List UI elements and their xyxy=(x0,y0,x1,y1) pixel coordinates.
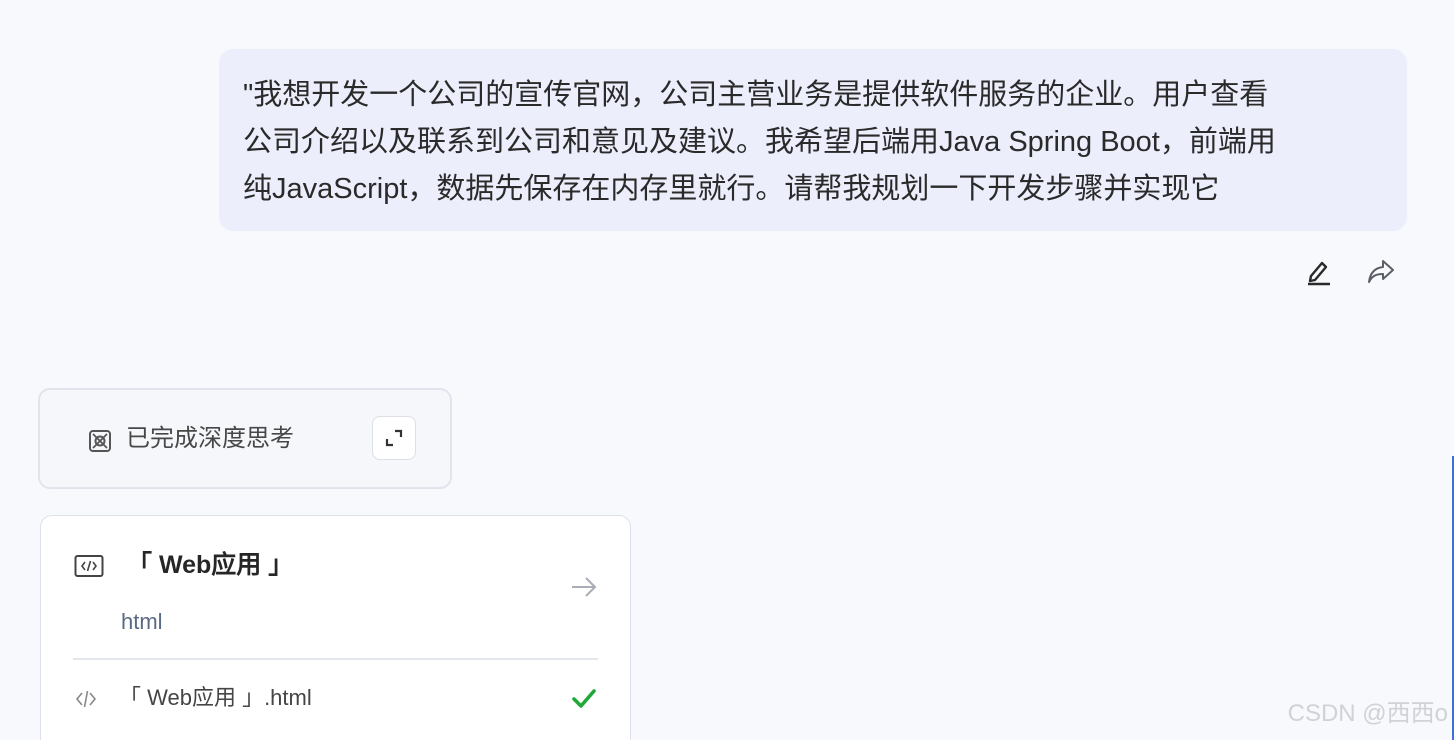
web-app-artifact-card[interactable]: 「 Web应用 」 html 「 Web应用 」.html xyxy=(40,515,631,740)
user-message-line: "我想开发一个公司的宣传官网，公司主营业务是提供软件服务的企业。用户查看 xyxy=(243,79,1269,111)
watermark: CSDN @西西o xyxy=(1287,700,1448,727)
check-icon xyxy=(572,689,596,708)
expand-icon xyxy=(385,429,403,447)
card-divider xyxy=(73,658,598,660)
expand-button[interactable] xyxy=(372,416,416,460)
deep-thinking-card[interactable]: 已完成深度思考 xyxy=(38,388,452,489)
brain-icon xyxy=(89,430,111,452)
code-window-icon xyxy=(74,555,104,577)
share-button[interactable] xyxy=(1364,254,1398,288)
chat-page: "我想开发一个公司的宣传官网，公司主营业务是提供软件服务的企业。用户查看 公司介… xyxy=(0,0,1454,740)
share-icon xyxy=(1368,260,1394,283)
code-file-icon xyxy=(75,690,97,708)
artifact-file-name[interactable]: 「 Web应用 」.html xyxy=(119,683,312,713)
arrow-right-icon[interactable] xyxy=(569,574,599,600)
user-message-line: 纯JavaScript，数据先保存在内存里就行。请帮我规划一下开发步骤并实现它 xyxy=(243,173,1220,205)
message-actions xyxy=(1300,254,1410,288)
user-message-line: 公司介绍以及联系到公司和意见及建议。我希望后端用Java Spring Boot… xyxy=(243,126,1276,158)
edit-icon xyxy=(1308,261,1330,286)
thinking-status-label: 已完成深度思考 xyxy=(126,425,294,452)
artifact-language: html xyxy=(121,609,163,634)
user-message-bubble: "我想开发一个公司的宣传官网，公司主营业务是提供软件服务的企业。用户查看 公司介… xyxy=(219,49,1407,231)
edit-button[interactable] xyxy=(1302,254,1336,288)
artifact-title: 「 Web应用 」 xyxy=(127,551,294,579)
